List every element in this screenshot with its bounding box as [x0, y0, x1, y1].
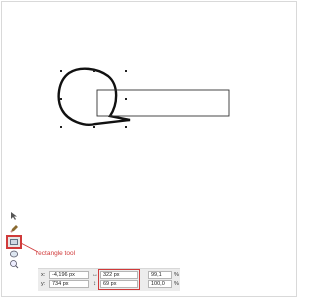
- rectangle-tool-label: rectangle tool: [36, 250, 76, 257]
- pen-tool[interactable]: [7, 223, 21, 235]
- size-fields-highlight: [98, 269, 140, 290]
- handle-top-left[interactable]: [60, 70, 62, 72]
- height-arrow-icon: ↕: [93, 281, 96, 287]
- rectangle-tool[interactable]: [6, 235, 22, 249]
- handle-top-right[interactable]: [125, 70, 127, 72]
- pointer-tool[interactable]: [7, 210, 21, 222]
- handle-bottom-center[interactable]: [93, 126, 95, 128]
- scale-y-percent: %: [174, 281, 179, 287]
- scale-x-percent: %: [174, 272, 179, 278]
- rectangle-tool-icon: [10, 239, 18, 245]
- handle-bottom-right[interactable]: [125, 126, 127, 128]
- toolbox: [6, 210, 23, 270]
- pointer-tool-icon: [11, 212, 17, 220]
- y-position-field[interactable]: 734 px: [49, 280, 89, 288]
- screenshot: rectangle tool x: y: -4,196 px 734 px ↔ …: [0, 0, 300, 300]
- handle-middle-left[interactable]: [60, 98, 62, 100]
- scale-y-field[interactable]: 100,0: [148, 280, 172, 288]
- y-label: y:: [41, 281, 46, 287]
- x-position-field[interactable]: -4,196 px: [49, 271, 89, 279]
- zoom-tool-icon: [10, 260, 19, 269]
- handle-bottom-left[interactable]: [60, 126, 62, 128]
- handle-top-center[interactable]: [93, 70, 95, 72]
- scale-x-field[interactable]: 99,1: [148, 271, 172, 279]
- x-label: x:: [41, 272, 46, 278]
- zoom-tool[interactable]: [7, 258, 21, 270]
- handle-middle-right[interactable]: [125, 98, 127, 100]
- pen-tool-icon: [10, 225, 18, 233]
